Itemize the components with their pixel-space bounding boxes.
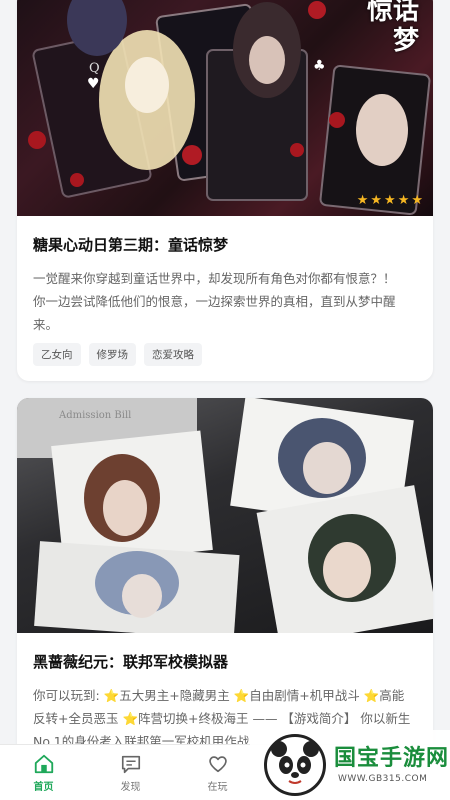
- watermark-title: 国宝手游网: [334, 745, 450, 770]
- cover-title-text: 惊话梦: [366, 0, 419, 56]
- svg-text:♣: ♣: [313, 58, 326, 74]
- page: Q ♥ ♣ 惊话梦 ★ ★ ★ ★ ★ 糖果心动日第三期：童话惊梦 一觉醒来你穿…: [0, 0, 450, 800]
- home-icon: [34, 754, 53, 774]
- tab-label: 发现: [120, 782, 141, 793]
- svg-text:♥: ♥: [87, 76, 100, 92]
- star-icon: ★: [384, 193, 396, 208]
- tab-home[interactable]: 首页: [0, 745, 87, 800]
- game-cover-1[interactable]: Q ♥ ♣ 惊话梦 ★ ★ ★ ★ ★: [17, 0, 433, 216]
- panda-logo-icon: [264, 734, 326, 796]
- chat-icon: [121, 755, 140, 774]
- desc-line: 一觉醒来你穿越到童话世界中，却发现所有角色对你都有恨意？！: [33, 271, 396, 286]
- tag[interactable]: 恋爱攻略: [144, 343, 202, 366]
- game-card-1[interactable]: Q ♥ ♣ 惊话梦 ★ ★ ★ ★ ★ 糖果心动日第三期：童话惊梦 一觉醒来你穿…: [17, 0, 433, 381]
- desc-line: 你一边尝试降低他们的恨意，一边探索世界的真相，直到从梦中醒: [33, 294, 396, 309]
- tab-playing[interactable]: 在玩: [174, 745, 261, 800]
- heart-icon: [208, 756, 227, 773]
- game-cover-2[interactable]: Admission Bill: [17, 398, 433, 633]
- star-icon: ★: [411, 193, 423, 208]
- star-icon: ★: [370, 193, 383, 208]
- game-description: 一觉醒来你穿越到童话世界中，却发现所有角色对你都有恨意？！ 你一边尝试降低他们的…: [17, 267, 433, 336]
- cover-art-2: [17, 398, 433, 633]
- tag-list: 乙女向 修罗场 恋爱攻略: [17, 343, 433, 366]
- star-icon: ★: [397, 193, 410, 208]
- desc-line: 反转+全员恶玉 ⭐阵营切换+终极海王 —— 【游戏简介】 你以新生: [33, 711, 411, 726]
- tag[interactable]: 修罗场: [88, 343, 136, 366]
- cover-text-admission: Admission Bill: [59, 410, 132, 421]
- rating-stars: ★ ★ ★ ★ ★: [357, 194, 423, 207]
- desc-line: 来。: [33, 317, 59, 332]
- tag[interactable]: 乙女向: [33, 343, 81, 366]
- tab-label: 在玩: [207, 782, 228, 793]
- site-watermark: 国宝手游网 WWW.GB315.COM: [250, 730, 450, 800]
- star-icon: ★: [356, 193, 369, 208]
- desc-line: 你可以玩到: ⭐五大男主+隐藏男主 ⭐自由剧情+机甲战斗 ⭐高能: [33, 688, 405, 703]
- game-title[interactable]: 糖果心动日第三期：童话惊梦: [17, 234, 433, 255]
- tab-discover[interactable]: 发现: [87, 745, 174, 800]
- svg-text:Q: Q: [89, 61, 100, 76]
- game-title[interactable]: 黑蔷薇纪元：联邦军校模拟器: [17, 651, 433, 672]
- watermark-url: WWW.GB315.COM: [338, 774, 428, 784]
- tab-label: 首页: [33, 782, 54, 793]
